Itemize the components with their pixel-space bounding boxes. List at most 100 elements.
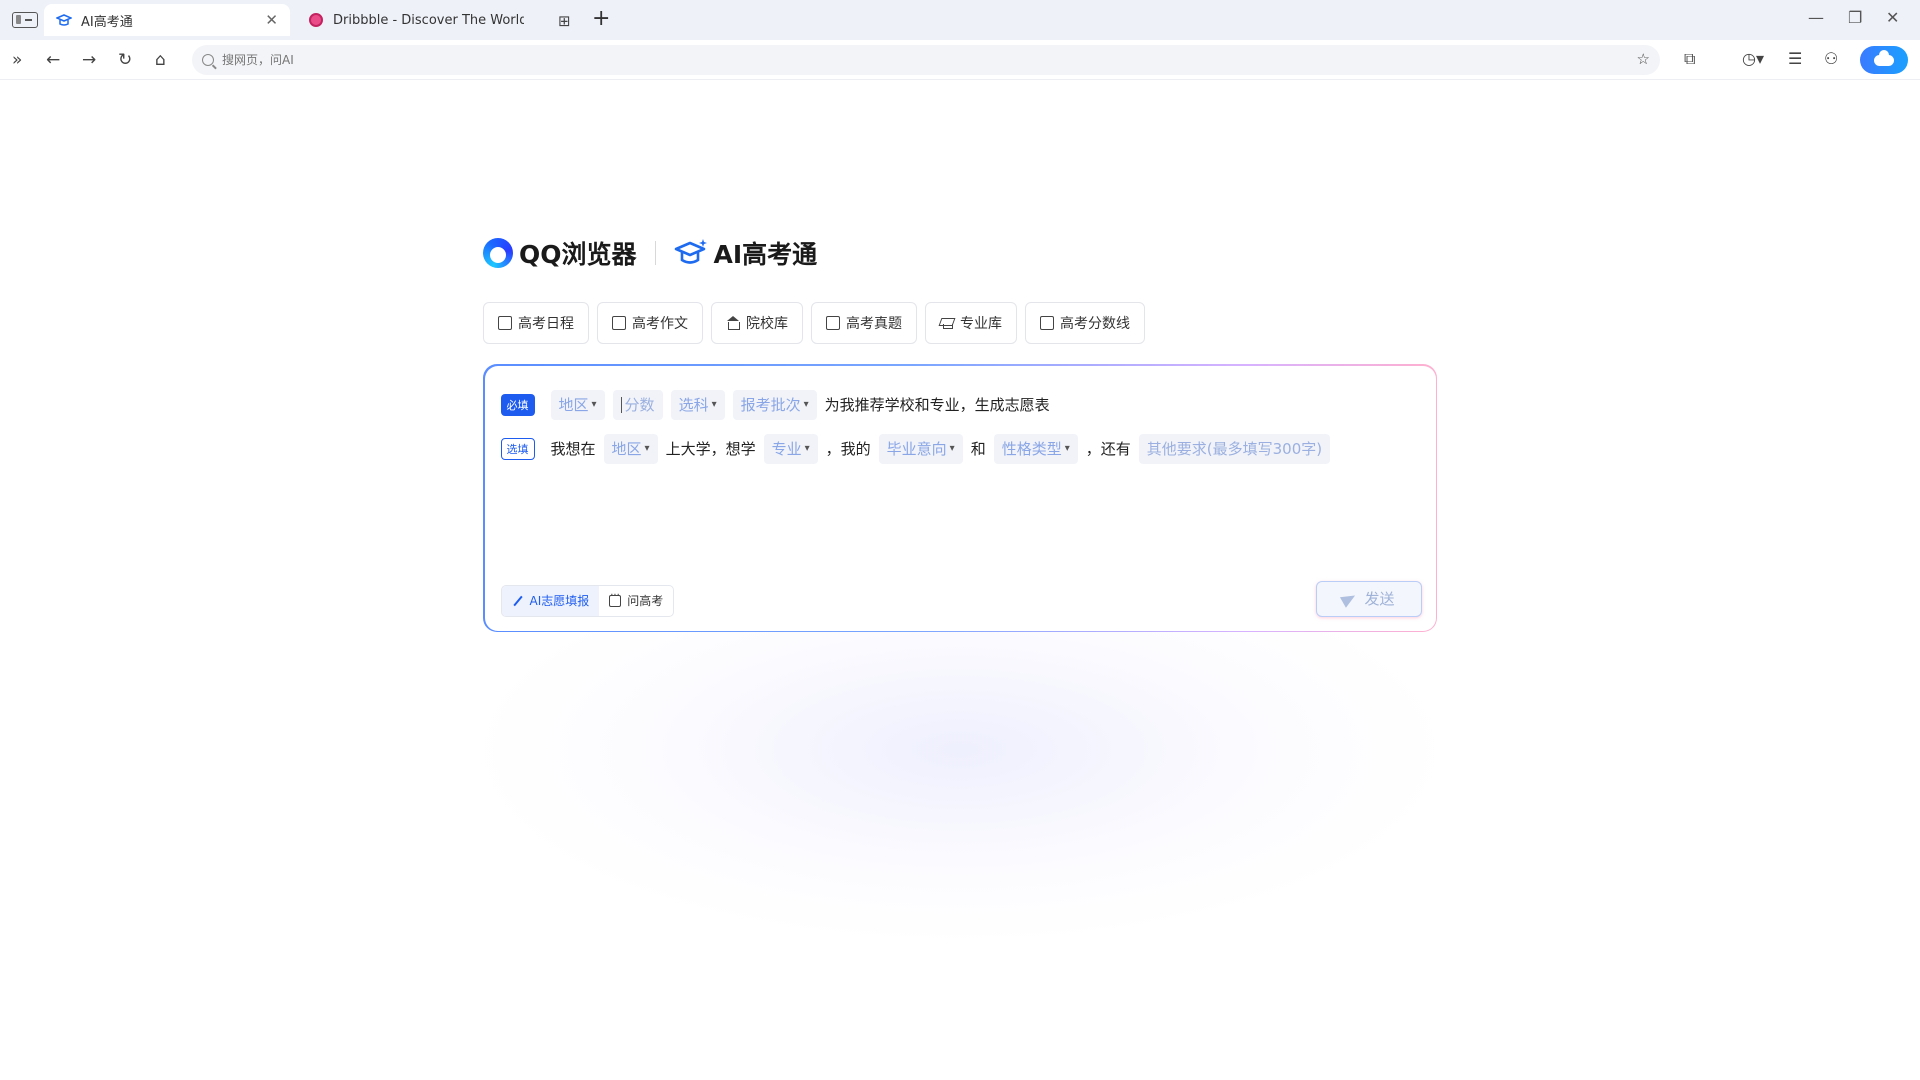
product-name: AI高考通 [713,240,818,269]
tab-title: Dribbble - Discover The World [333,12,524,28]
magic-wand-icon [512,595,524,607]
mode-switcher: AI志愿填报 问高考 [500,584,675,617]
reload-icon[interactable]: ↻ [118,49,132,71]
sidebar-toggle-icon[interactable] [12,12,38,28]
extensions-icon[interactable]: ⧉ [1684,49,1695,69]
menu-icon[interactable]: ☰ [1788,49,1802,68]
brand-header: QQ浏览器 AI高考通 [483,236,817,270]
send-label: 发送 [1364,590,1395,608]
expand-icon[interactable]: » [12,49,22,71]
batch-dropdown-label: 报考批次 [740,396,801,414]
dribbble-icon [308,12,324,28]
search-icon [202,54,214,66]
required-row: 必填 地区 ▾ 分数 选科 ▾ 报考批次 ▾ 为我推荐学校和专业，生成志愿表 [500,389,1058,420]
quick-link-label: 院校库 [746,316,788,332]
home-icon[interactable]: ⌂ [155,49,166,71]
tab-ai-gaokao[interactable]: AI高考通 ✕ [44,4,290,36]
bookmark-star-icon[interactable]: ☆ [1637,50,1650,68]
mode-ai-volunteer[interactable]: AI志愿填报 [501,585,600,616]
other-requirements-input[interactable]: 其他要求(最多填写300字) [1138,433,1331,464]
subjects-dropdown[interactable]: 选科 ▾ [670,389,725,420]
quick-link-past-papers[interactable]: 高考真题 [811,302,917,344]
subjects-dropdown-label: 选科 [678,396,709,414]
restore-icon[interactable]: ❐ [1848,8,1862,27]
chevron-down-icon: ▾ [803,399,809,410]
chevron-down-icon: ▾ [591,399,597,410]
optional-text-4: 和 [970,440,986,458]
send-icon [1340,589,1359,608]
edit-icon [612,316,626,330]
score-input[interactable]: 分数 [612,389,663,420]
volunteer-form-card: 必填 地区 ▾ 分数 选科 ▾ 报考批次 ▾ 为我推荐学校和专业，生成志愿表 选… [483,364,1437,632]
forward-icon[interactable]: → [82,49,96,71]
address-bar[interactable]: ☆ [192,45,1660,75]
chevron-down-icon: ▾ [804,443,810,454]
history-icon[interactable]: ◷▾ [1742,49,1764,68]
chevron-down-icon: ▾ [644,443,650,454]
graduation-cap-icon [940,316,954,330]
optional-text-2: 上大学，想学 [665,440,756,458]
tab-overview-icon[interactable]: ⊞ [558,12,571,30]
personality-dropdown[interactable]: 性格类型 ▾ [993,433,1078,464]
brand-divider [654,241,656,265]
send-button[interactable]: 发送 [1315,580,1422,617]
close-window-icon[interactable]: ✕ [1886,8,1899,27]
back-icon[interactable]: ← [46,49,60,71]
chevron-down-icon: ▾ [711,399,717,410]
optional-row: 选填 我想在 地区 ▾ 上大学，想学 专业 ▾ ，我的 毕业意向 ▾ 和 性格类… [500,433,1339,464]
other-requirements-placeholder: 其他要求(最多填写300字) [1146,440,1323,458]
quick-link-label: 高考分数线 [1060,316,1130,332]
optional-tag: 选填 [500,437,535,460]
chevron-down-icon: ▾ [1064,443,1070,454]
study-region-label: 地区 [611,440,642,458]
minimize-icon[interactable]: — [1808,8,1824,27]
tab-title: AI高考通 [81,14,133,30]
document-icon [826,316,840,330]
qq-browser-logo-icon [483,238,513,268]
browser-name: QQ浏览器 [519,240,637,269]
new-tab-icon[interactable]: + [592,6,610,31]
chart-icon [1040,316,1054,330]
chat-icon [609,590,622,607]
optional-text-5: ，还有 [1085,440,1131,458]
career-dropdown[interactable]: 毕业意向 ▾ [878,433,963,464]
quick-links: 高考日程 高考作文 院校库 高考真题 专业库 高考分数线 [483,302,1145,344]
calendar-icon [498,316,512,330]
graduation-cap-icon [56,12,72,28]
quick-link-label: 高考作文 [632,316,688,332]
quick-link-label: 高考日程 [518,316,574,332]
personality-dropdown-label: 性格类型 [1001,440,1062,458]
address-input[interactable] [222,53,822,67]
region-dropdown[interactable]: 地区 ▾ [550,389,605,420]
quick-link-score-lines[interactable]: 高考分数线 [1025,302,1145,344]
required-row-text: 为我推荐学校和专业，生成志愿表 [824,396,1050,414]
text-cursor [620,396,622,413]
cloud-sync-button[interactable] [1860,46,1908,74]
tab-bar: AI高考通 ✕ Dribbble - Discover The World ⊞ … [0,0,1920,40]
chevron-down-icon: ▾ [949,443,955,454]
mode-label: AI志愿填报 [529,594,590,608]
close-tab-icon[interactable]: ✕ [265,11,278,29]
score-placeholder: 分数 [624,396,655,414]
tab-dribbble[interactable]: Dribbble - Discover The World [296,4,536,36]
optional-text-1: 我想在 [550,440,596,458]
quick-link-essay[interactable]: 高考作文 [597,302,703,344]
study-region-dropdown[interactable]: 地区 ▾ [603,433,658,464]
account-icon[interactable]: ⚇ [1824,49,1838,68]
graduation-cap-icon [674,238,708,268]
quick-link-label: 专业库 [960,316,1002,332]
mode-ask-gaokao[interactable]: 问高考 [599,586,673,616]
major-dropdown-label: 专业 [771,440,802,458]
cloud-icon [1874,49,1894,66]
quick-link-label: 高考真题 [846,316,902,332]
optional-text-3: ，我的 [825,440,871,458]
region-dropdown-label: 地区 [558,396,589,414]
quick-link-schools[interactable]: 院校库 [711,302,803,344]
required-tag: 必填 [500,393,535,416]
batch-dropdown[interactable]: 报考批次 ▾ [732,389,817,420]
career-dropdown-label: 毕业意向 [886,440,947,458]
quick-link-majors[interactable]: 专业库 [925,302,1017,344]
major-dropdown[interactable]: 专业 ▾ [763,433,818,464]
mode-label: 问高考 [627,594,664,608]
quick-link-schedule[interactable]: 高考日程 [483,302,589,344]
